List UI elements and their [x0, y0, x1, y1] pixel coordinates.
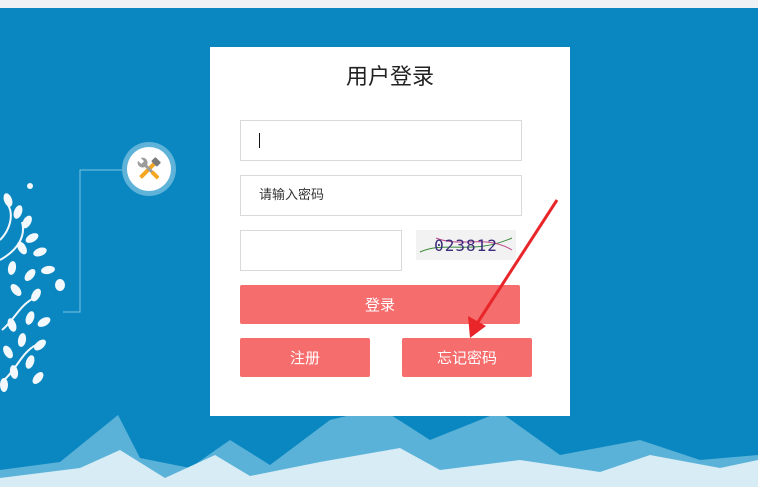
captcha-text: 023812	[434, 236, 498, 255]
tools-badge	[122, 142, 176, 196]
forgot-password-button[interactable]: 忘记密码	[402, 338, 532, 377]
connector-line	[63, 169, 122, 313]
login-button[interactable]: 登录	[240, 285, 520, 324]
register-button[interactable]: 注册	[240, 338, 370, 377]
username-field[interactable]	[240, 120, 522, 161]
captcha-field[interactable]	[240, 230, 402, 271]
login-card: 用户登录 023812 登录 注册 忘记密码	[210, 47, 570, 416]
login-page: 用户登录 023812 登录 注册 忘记密码	[0, 0, 758, 487]
tree-decoration-icon	[0, 183, 65, 392]
text-caret	[259, 133, 260, 148]
tools-badge-inner	[127, 147, 171, 191]
tools-icon	[136, 156, 161, 180]
page-title: 用户登录	[345, 65, 434, 90]
password-field[interactable]	[240, 175, 522, 216]
captcha-image[interactable]: 023812	[416, 230, 516, 260]
